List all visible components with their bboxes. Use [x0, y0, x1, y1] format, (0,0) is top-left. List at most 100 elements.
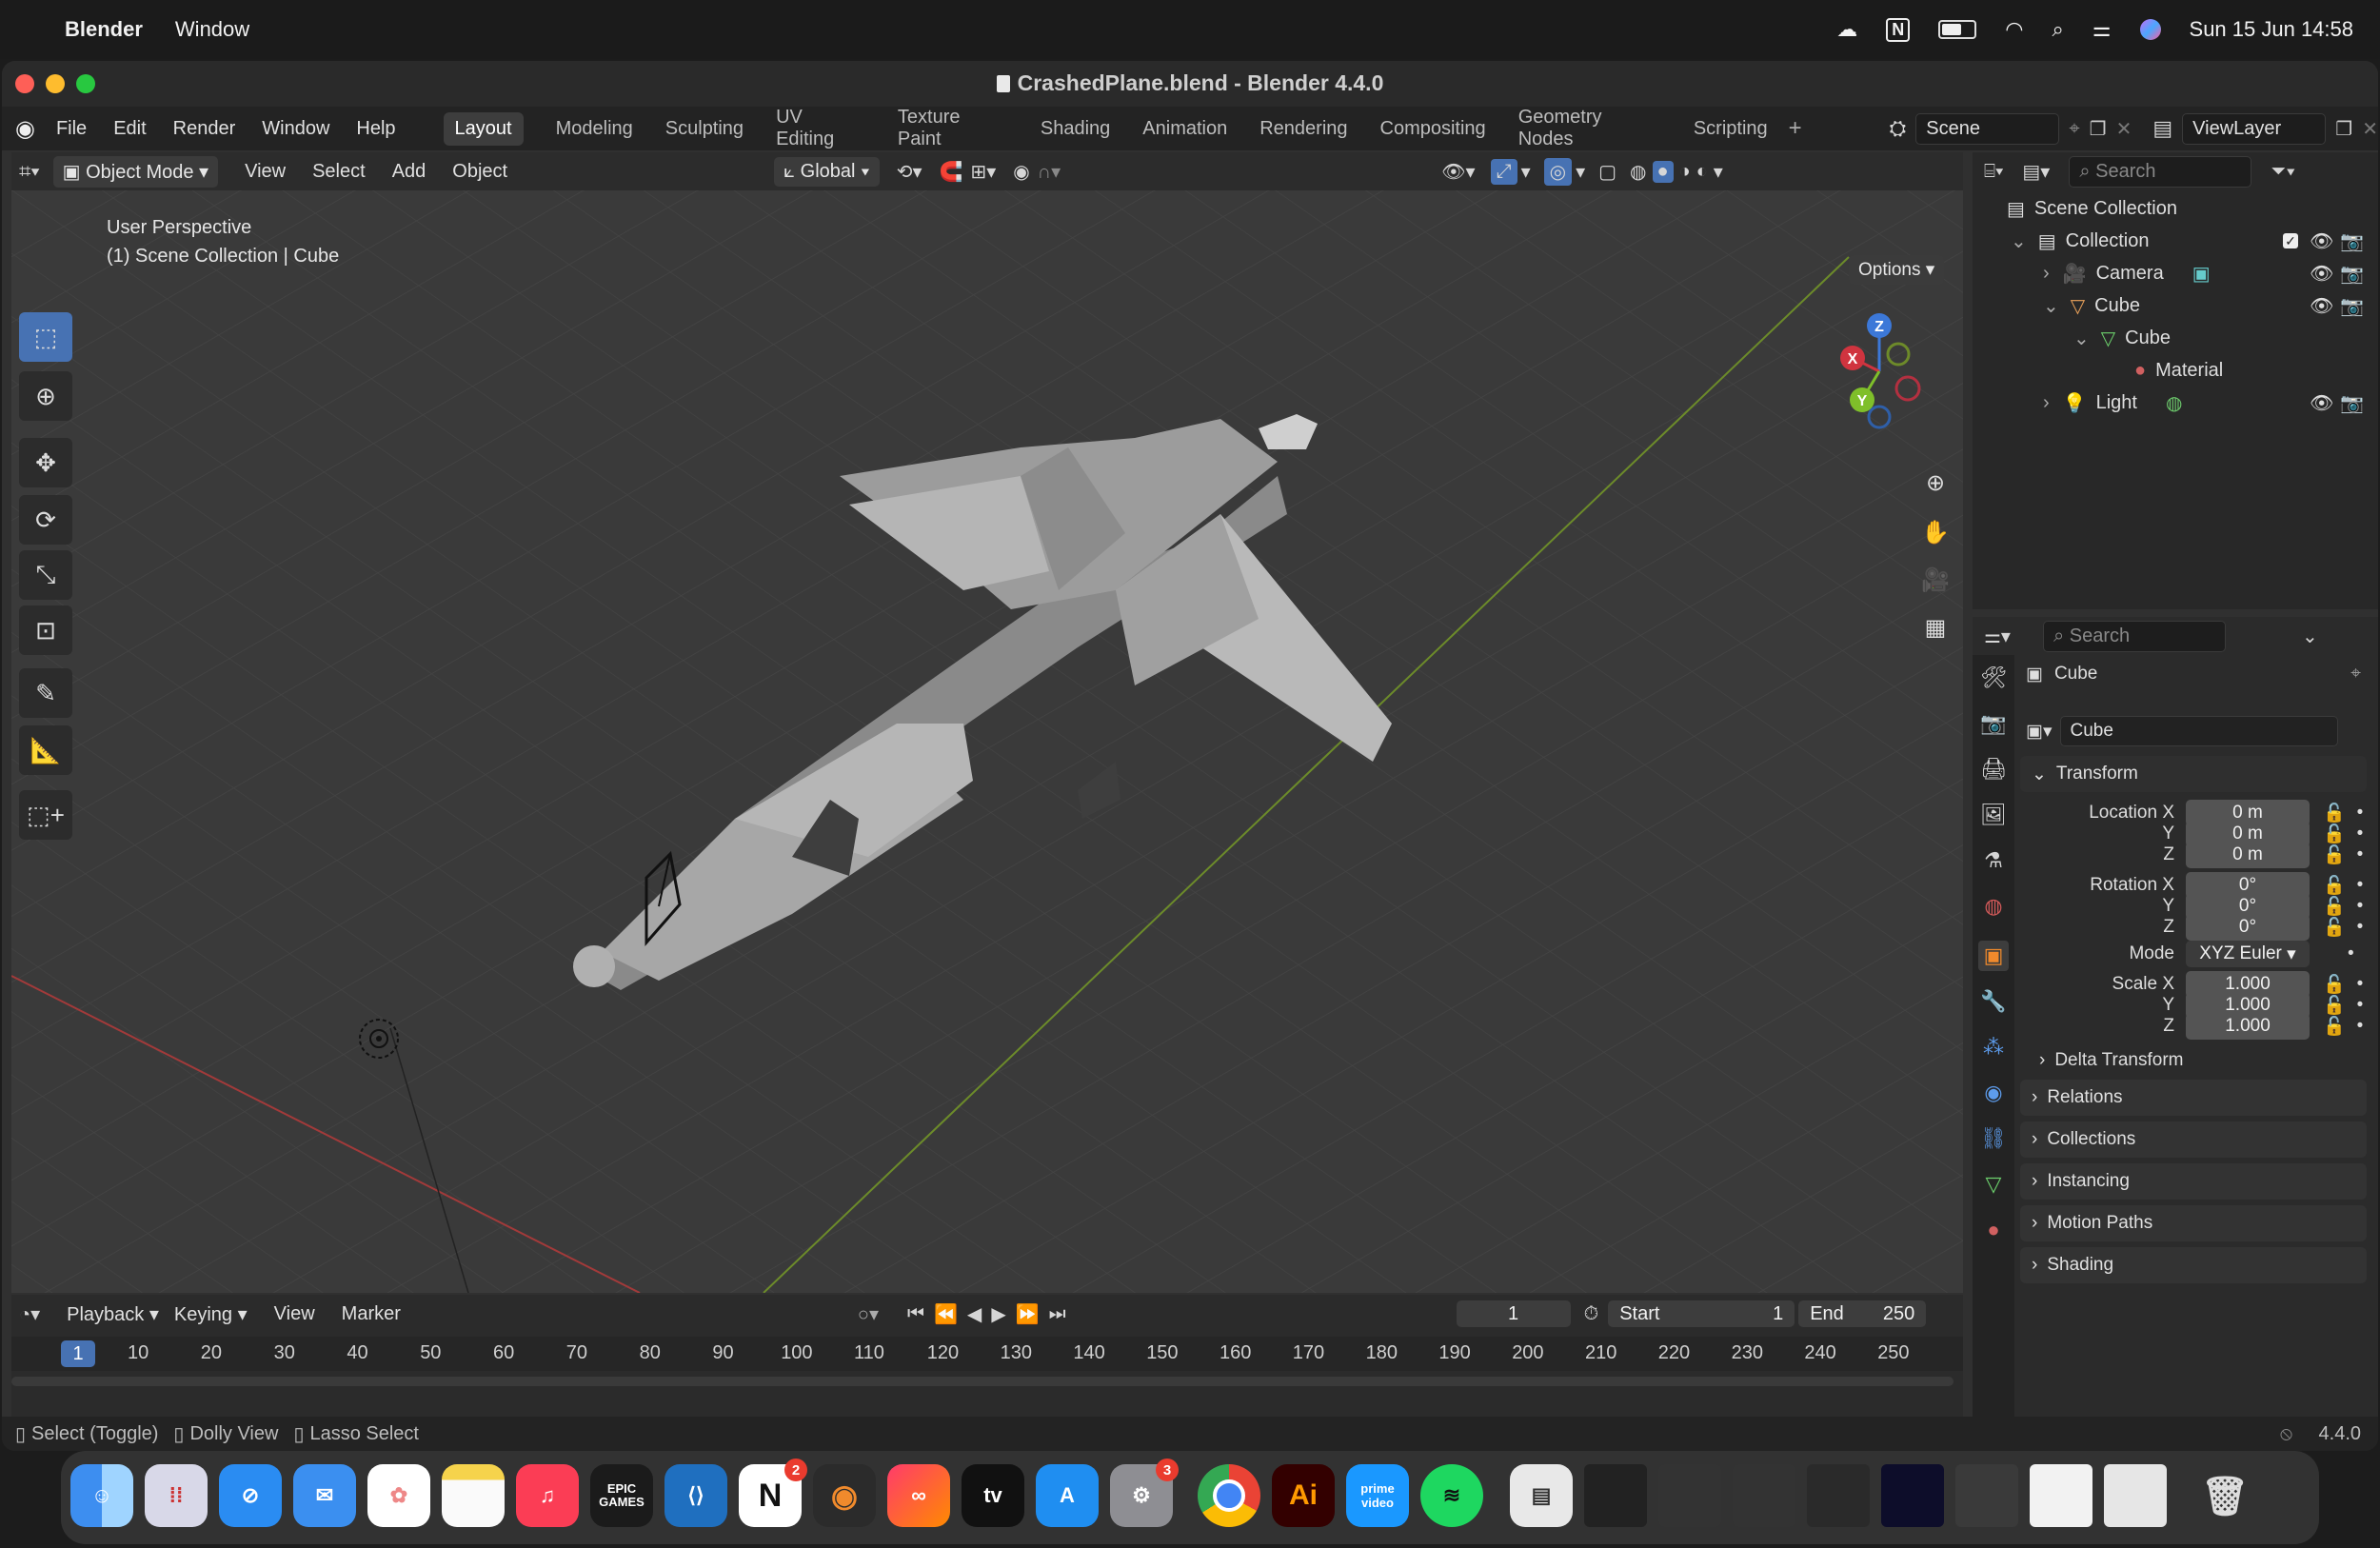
- navigation-gizmo[interactable]: Z X Y: [1820, 305, 1934, 447]
- zoom-view-icon[interactable]: ⊕: [1914, 461, 1957, 505]
- visibility-selectability-icon[interactable]: 👁▾: [1441, 160, 1475, 184]
- add-cube-tool[interactable]: ⬚+: [19, 790, 72, 840]
- gizmo-dropdown-icon[interactable]: ▾: [1521, 160, 1531, 184]
- constraints-tab-icon[interactable]: ⛓: [1978, 1123, 2009, 1154]
- rotate-tool[interactable]: ⟳: [19, 495, 72, 545]
- display-mode-icon[interactable]: ▤▾: [2022, 160, 2050, 184]
- downloads-stack-icon[interactable]: ▤: [1510, 1464, 1573, 1527]
- outliner-row-cube[interactable]: ⌄ ▽ Cube 👁 📷: [1973, 289, 2378, 322]
- pin-icon[interactable]: ⌖: [2350, 664, 2361, 685]
- play-icon[interactable]: ▶: [991, 1302, 1005, 1326]
- collapse-cube-icon[interactable]: ⌄: [2043, 294, 2059, 318]
- shading-solid-icon[interactable]: ●: [1652, 160, 1674, 183]
- tab-animation[interactable]: Animation: [1142, 118, 1227, 140]
- view-layer-tab-icon[interactable]: 🖼: [1978, 800, 2009, 830]
- auto-keying-icon[interactable]: ○▾: [858, 1302, 879, 1326]
- recent-window-2[interactable]: [1658, 1464, 1721, 1527]
- cube-visibility-icon[interactable]: 👁: [2310, 294, 2333, 318]
- menu-help[interactable]: Help: [356, 118, 395, 140]
- rotation-mode-dropdown[interactable]: XYZ Euler ▾: [2186, 941, 2310, 967]
- transform-tool[interactable]: ⊡: [19, 605, 72, 655]
- pin-scene-icon[interactable]: ⌖: [2069, 118, 2079, 140]
- menubar-window[interactable]: Window: [175, 17, 249, 42]
- recent-window-6[interactable]: [1955, 1464, 2018, 1527]
- collapse-collection-icon[interactable]: ⌄: [2011, 229, 2027, 253]
- jump-keyframe-back-icon[interactable]: ⏪: [934, 1302, 958, 1326]
- outliner-row-scene-collection[interactable]: ▤ Scene Collection: [1973, 192, 2378, 225]
- current-frame-field[interactable]: 1: [1456, 1300, 1571, 1327]
- transform-panel-header[interactable]: ⌄ Transform: [2020, 756, 2367, 792]
- tab-geometry-nodes[interactable]: Geometry Nodes: [1518, 107, 1661, 150]
- safari-icon[interactable]: ⊘: [219, 1464, 282, 1527]
- transform-orientation-dropdown[interactable]: ⟀ Global ▾: [774, 156, 880, 187]
- notes-icon[interactable]: [442, 1464, 505, 1527]
- viewport-menu-view[interactable]: View: [245, 161, 286, 183]
- play-reverse-icon[interactable]: ◀: [967, 1302, 982, 1326]
- cube-render-icon[interactable]: 📷: [2340, 294, 2364, 318]
- photos-icon[interactable]: ✿: [367, 1464, 430, 1527]
- light-data-icon[interactable]: ◍: [2166, 391, 2182, 415]
- frame-ruler[interactable]: 1 10 20 30 40 50 60 70 80 90 100 110 120 130 140 150 16…: [11, 1337, 1963, 1371]
- menu-window[interactable]: Window: [262, 118, 329, 140]
- tab-rendering[interactable]: Rendering: [1259, 118, 1347, 140]
- overlays-dropdown-icon[interactable]: ▾: [1576, 160, 1585, 184]
- launchpad-icon[interactable]: ⁞⁞: [145, 1464, 208, 1527]
- camera-data-icon[interactable]: ▣: [2192, 262, 2211, 286]
- epic-games-icon[interactable]: EPIC GAMES: [590, 1464, 653, 1527]
- shading-wireframe-icon[interactable]: ◍: [1630, 160, 1646, 184]
- viewport-menu-object[interactable]: Object: [452, 161, 507, 183]
- system-settings-icon[interactable]: ⚙ 3: [1110, 1459, 1179, 1527]
- creative-cloud-icon[interactable]: ☁: [1836, 17, 1857, 42]
- tab-layout[interactable]: Layout: [443, 111, 524, 146]
- tab-shading[interactable]: Shading: [1041, 118, 1110, 140]
- properties-search-input[interactable]: ⌕ Search: [2042, 620, 2226, 652]
- viewport-menu-select[interactable]: Select: [312, 161, 366, 183]
- editor-type-icon[interactable]: ⌗▾: [19, 159, 40, 184]
- recent-window-5[interactable]: [1881, 1464, 1944, 1527]
- light-render-icon[interactable]: 📷: [2340, 391, 2364, 415]
- pan-view-icon[interactable]: ✋: [1914, 510, 1957, 554]
- falloff-icon[interactable]: ∩▾: [1038, 160, 1061, 184]
- world-tab-icon[interactable]: ◍: [1978, 891, 2009, 922]
- menubar-clock[interactable]: Sun 15 Jun 14:58: [2190, 17, 2353, 42]
- menu-file[interactable]: File: [56, 118, 87, 140]
- notion-icon[interactable]: N2: [739, 1459, 807, 1527]
- delta-transform-header[interactable]: › Delta Transform: [2039, 1045, 2378, 1076]
- spotify-icon[interactable]: ≋: [1420, 1464, 1483, 1527]
- tool-tab-icon[interactable]: 🛠: [1978, 663, 2009, 693]
- add-workspace-icon[interactable]: +: [1789, 115, 1802, 142]
- gizmo-neg-y[interactable]: [1886, 342, 1911, 367]
- scale-z-field[interactable]: 1.000: [2186, 1013, 2310, 1040]
- relations-panel-header[interactable]: › Relations: [2020, 1080, 2367, 1116]
- options-dropdown[interactable]: Options ▾: [1849, 255, 1945, 285]
- delete-view-layer-icon[interactable]: ✕: [2362, 117, 2378, 141]
- properties-editor-type-icon[interactable]: ⚌▾: [1984, 625, 2011, 648]
- outliner-row-cube-mesh[interactable]: ⌄ ▽ Cube: [1973, 322, 2378, 354]
- data-tab-icon[interactable]: ▽: [1978, 1169, 2009, 1200]
- tab-modeling[interactable]: Modeling: [556, 118, 633, 140]
- jump-end-icon[interactable]: ⏭: [1049, 1303, 1066, 1325]
- gizmo-neg-x[interactable]: [1894, 375, 1921, 402]
- collections-panel-header[interactable]: › Collections: [2020, 1121, 2367, 1158]
- collection-render-icon[interactable]: 📷: [2340, 229, 2364, 253]
- spotlight-search-icon[interactable]: ⌕: [2052, 17, 2063, 42]
- select-box-tool[interactable]: ⬚: [19, 312, 72, 362]
- rotation-z-lock-icon[interactable]: 🔓: [2323, 916, 2346, 939]
- chrome-icon[interactable]: [1198, 1464, 1260, 1527]
- recent-window-3[interactable]: [1733, 1464, 1795, 1527]
- tab-uv-editing[interactable]: UV Editing: [776, 107, 865, 150]
- recent-window-7[interactable]: [2030, 1464, 2092, 1527]
- battery-icon[interactable]: [1938, 20, 1977, 39]
- camera-render-icon[interactable]: 📷: [2340, 262, 2364, 286]
- timeline-scrollbar[interactable]: [11, 1377, 1954, 1386]
- object-tab-icon[interactable]: ▣: [1978, 941, 2009, 971]
- scene-tab-icon[interactable]: ⚗: [1978, 845, 2009, 876]
- modifier-tab-icon[interactable]: 🔧: [1978, 986, 2009, 1017]
- location-z-lock-icon[interactable]: 🔓: [2323, 843, 2346, 866]
- delete-scene-icon[interactable]: ✕: [2116, 117, 2132, 141]
- timeline-menu-keying[interactable]: Keying ▾: [174, 1302, 248, 1326]
- view-layer-icon[interactable]: ▤: [2152, 116, 2172, 141]
- outliner-row-camera[interactable]: › 🎥 Camera ▣ 👁 📷: [1973, 257, 2378, 289]
- expand-light-icon[interactable]: ›: [2043, 392, 2050, 414]
- tab-sculpting[interactable]: Sculpting: [665, 118, 744, 140]
